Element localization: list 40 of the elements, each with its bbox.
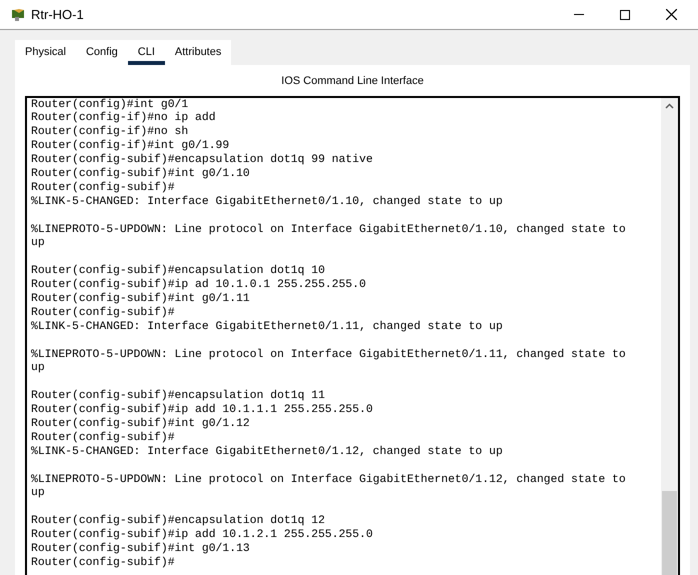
terminal-line: Router(config-if)#no sh <box>31 126 188 140</box>
terminal-line: up <box>31 487 45 502</box>
terminal-line: %LINK-5-CHANGED: Interface GigabitEthernet0/1.12, changed state to up <box>31 446 503 460</box>
router-icon <box>11 8 27 22</box>
terminal-line: %LINK-5-CHANGED: Interface GigabitEthernet0/1.11, changed state to up <box>31 320 503 335</box>
terminal-line: Router(config-subif)#encapsulation dot1q 11 <box>31 390 325 404</box>
terminal-line: %LINEPROTO-5-UPDOWN: Line protocol on Interface GigabitEthernet0/1.12, changed state to <box>31 474 626 488</box>
tab[interactable]: Config <box>76 40 128 65</box>
close-icon <box>666 9 676 20</box>
tab[interactable]: Physical <box>15 40 76 65</box>
terminal-line: Router(config-subif)# <box>31 182 175 196</box>
terminal-line: %LINK-5-CHANGED: Interface GigabitEthernet0/1.10, changed state to up <box>31 196 503 210</box>
terminal-line: Router(config-subif)# <box>31 306 175 320</box>
minimize-icon <box>574 14 584 15</box>
terminal-line: Router(config)#int g0/1 <box>31 98 188 112</box>
terminal-line: Router(config-if)#int g0/1.99 <box>31 140 230 154</box>
terminal-line: %LINEPROTO-5-UPDOWN: Line protocol on Interface GigabitEthernet0/1.10, changed state to <box>31 224 626 238</box>
terminal-line: Router(config-subif)# <box>31 432 175 446</box>
terminal-line: Router(config-subif)#encapsulation dot1q 10 <box>31 265 325 278</box>
terminal-line: Router(config-subif)#encapsulation dot1q 12 <box>31 515 325 528</box>
terminal-line: up <box>31 237 45 252</box>
scroll-thumb[interactable] <box>662 491 677 575</box>
terminal-line: up <box>31 362 45 376</box>
panel-title: IOS Command Line Interface <box>280 74 425 89</box>
terminal-line: Router(config-subif)#int g0/1.12 <box>31 418 250 432</box>
terminal-line: Router(config-subif)#int g0/1.11 <box>31 292 250 306</box>
terminal-line: Router(config-subif)# <box>31 556 175 571</box>
terminal-line: Router(config-subif)#int g0/1.13 <box>31 543 250 556</box>
window-title: Rtr-HO-1 <box>31 6 84 24</box>
terminal-line: Router(config-subif)#ip add 10.1.1.1 255.255.255.0 <box>31 404 373 418</box>
tab[interactable]: Attributes <box>164 40 232 65</box>
maximize-icon <box>620 10 630 20</box>
terminal-line: %LINEPROTO-5-UPDOWN: Line protocol on Interface GigabitEthernet0/1.11, changed state to <box>31 348 626 362</box>
terminal-line: Router(config-if)#no ip add <box>31 112 216 126</box>
terminal-line: Router(config-subif)#int g0/1.10 <box>31 168 250 182</box>
terminal-line: Router(config-subif)#ip add 10.1.2.1 255.255.255.0 <box>31 529 373 542</box>
terminal-line: Router(config-subif)#encapsulation dot1q 99 native <box>31 154 373 168</box>
scroll-up-icon[interactable] <box>665 102 674 108</box>
terminal-line: Router(config-subif)#ip ad 10.1.0.1 255.255.255.0 <box>31 279 366 292</box>
scrollbar[interactable] <box>661 98 678 575</box>
